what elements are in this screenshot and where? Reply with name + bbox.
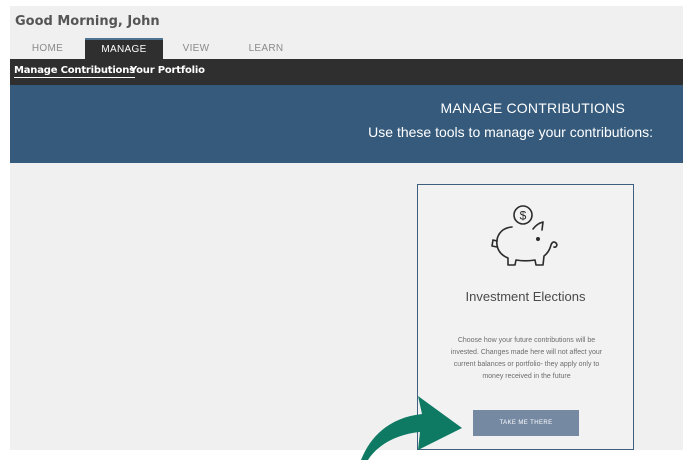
banner-title: MANAGE CONTRIBUTIONS — [440, 100, 625, 116]
svg-text:$: $ — [520, 209, 527, 223]
subnav-your-portfolio[interactable]: Your Portfolio — [130, 65, 205, 76]
sub-navigation: Manage Contributions Your Portfolio — [10, 59, 683, 85]
card-title: Investment Elections — [465, 289, 586, 304]
tab-view[interactable]: VIEW — [163, 38, 229, 59]
banner-subtitle: Use these tools to manage your contribut… — [368, 124, 653, 140]
page-frame: Good Morning, John HOME MANAGE VIEW LEAR… — [10, 6, 683, 450]
subnav-manage-contributions[interactable]: Manage Contributions — [14, 65, 135, 78]
piggy-bank-icon: $ — [491, 205, 558, 266]
main-tabs: HOME MANAGE VIEW LEARN — [10, 38, 303, 59]
tab-home[interactable]: HOME — [10, 38, 85, 59]
banner: MANAGE CONTRIBUTIONS Use these tools to … — [10, 85, 683, 163]
curved-arrow-icon — [361, 396, 462, 460]
tab-manage[interactable]: MANAGE — [85, 38, 163, 59]
take-me-there-button[interactable]: TAKE ME THERE — [473, 410, 579, 436]
tab-learn[interactable]: LEARN — [229, 38, 303, 59]
card-description: Choose how your future contributions wil… — [450, 337, 603, 380]
greeting-text: Good Morning, John — [15, 14, 160, 29]
